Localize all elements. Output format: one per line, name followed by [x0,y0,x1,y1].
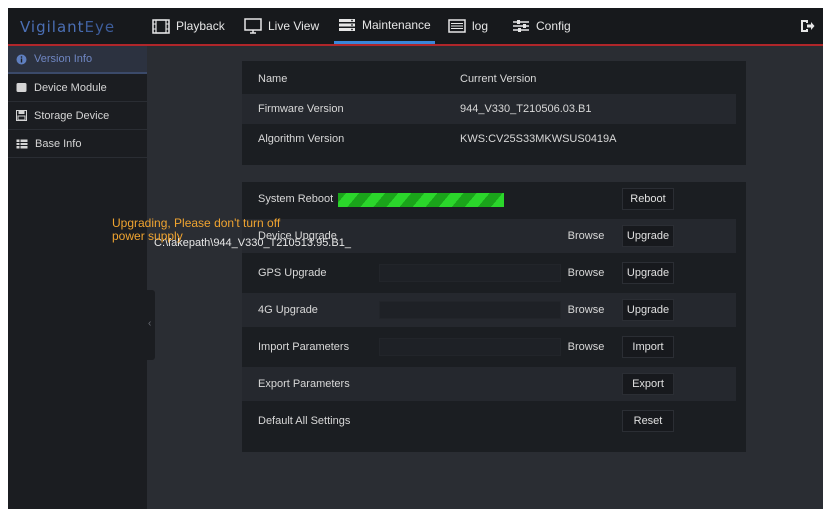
firmware-version-value: 944_V330_T210506.03.B1 [460,103,592,115]
nav-maintenance-label: Maintenance [362,17,431,32]
chevron-left-icon: ‹ [148,318,152,329]
brand-logo-suffix: Eye [84,18,116,36]
nav-live-view-label: Live View [268,19,320,33]
fourg-upgrade-button[interactable]: Upgrade [622,299,674,321]
upgrade-status-message: Upgrading, Please don't turn off power s… [112,216,281,243]
export-button[interactable]: Export [622,373,674,395]
device-upgrade-button[interactable]: Upgrade [622,225,674,247]
sidebar-item-base-info[interactable]: Base Info [8,130,147,158]
list-icon [448,19,466,33]
nav-live-view[interactable]: Live View [240,8,323,44]
column-header-name: Name [258,73,288,85]
version-info-panel: Name Current Version Firmware Version 94… [242,61,746,165]
gps-upgrade-label: GPS Upgrade [258,267,327,279]
import-parameters-row: Import Parameters Browse Import [242,330,736,364]
nav-config[interactable]: Config [508,8,575,44]
import-parameters-label: Import Parameters [258,341,350,353]
film-icon [152,18,170,34]
upgrade-progress-bar [338,193,504,207]
algorithm-version-value: KWS:CV25S33MKWSUS0419A [460,133,617,145]
info-icon [16,54,27,64]
nav-playback-label: Playback [176,19,225,33]
algorithm-version-label: Algorithm Version [258,133,345,145]
gps-upgrade-file-field[interactable] [379,264,561,282]
default-settings-label: Default All Settings [258,415,351,427]
sidebar-item-storage-device[interactable]: Storage Device [8,102,147,130]
fourg-upgrade-label: 4G Upgrade [258,304,318,316]
nav-config-label: Config [536,19,571,33]
module-icon [16,83,27,92]
monitor-icon [244,18,262,34]
maintenance-panel: System Reboot Reboot Device Upgrade Brow… [242,182,746,452]
default-settings-row: Default All Settings Reset [242,404,736,438]
app-window: VigilantEye Playback Live View Maintenan… [8,8,823,509]
export-parameters-label: Export Parameters [258,378,350,390]
gps-upgrade-row: GPS Upgrade Browse Upgrade [242,256,736,290]
nav-maintenance[interactable]: Maintenance [334,8,435,44]
nav-log-label: log [472,19,489,33]
table-row: Algorithm Version KWS:CV25S33MKWSUS0419A [242,124,736,154]
fourg-upgrade-file-field[interactable] [379,301,561,319]
sliders-icon [513,20,529,32]
reset-button[interactable]: Reset [622,410,674,432]
sidebar-item-device-module[interactable]: Device Module [8,74,147,102]
version-table-header: Name Current Version [242,64,736,94]
export-parameters-row: Export Parameters Export [242,367,736,401]
sidebar-item-label: Version Info [34,53,93,65]
logout-button[interactable] [799,18,815,37]
top-navigation-bar: VigilantEye Playback Live View Maintenan… [8,8,823,46]
sidebar-item-version-info[interactable]: Version Info [8,46,147,74]
sidebar-item-label: Storage Device [34,109,110,122]
logout-icon [801,20,815,32]
gps-upgrade-button[interactable]: Upgrade [622,262,674,284]
system-reboot-label: System Reboot [258,193,334,205]
firmware-version-label: Firmware Version [258,103,344,115]
server-icon [339,18,355,31]
nav-playback[interactable]: Playback [148,8,229,44]
gps-upgrade-browse-button[interactable]: Browse [564,264,608,282]
fourg-upgrade-browse-button[interactable]: Browse [564,301,608,319]
column-header-version: Current Version [460,73,537,85]
nav-log[interactable]: log [444,8,492,44]
import-file-field[interactable] [379,338,561,356]
import-browse-button[interactable]: Browse [564,338,608,356]
reboot-button[interactable]: Reboot [622,188,674,210]
import-button[interactable]: Import [622,336,674,358]
device-upgrade-browse-button[interactable]: Browse [564,227,608,245]
fourg-upgrade-row: 4G Upgrade Browse Upgrade [242,293,736,327]
sidebar-collapse-toggle[interactable]: ‹ [147,290,155,360]
sidebar-item-label: Base Info [35,137,82,150]
table-row: Firmware Version 944_V330_T210506.03.B1 [242,94,736,124]
save-icon [16,110,27,121]
brand-logo: VigilantEye [20,18,116,36]
table-icon [16,139,28,148]
sidebar: Version Info Device Module Storage Devic… [8,46,147,509]
sidebar-item-label: Device Module [34,81,107,94]
system-reboot-row: System Reboot Reboot [242,182,736,216]
